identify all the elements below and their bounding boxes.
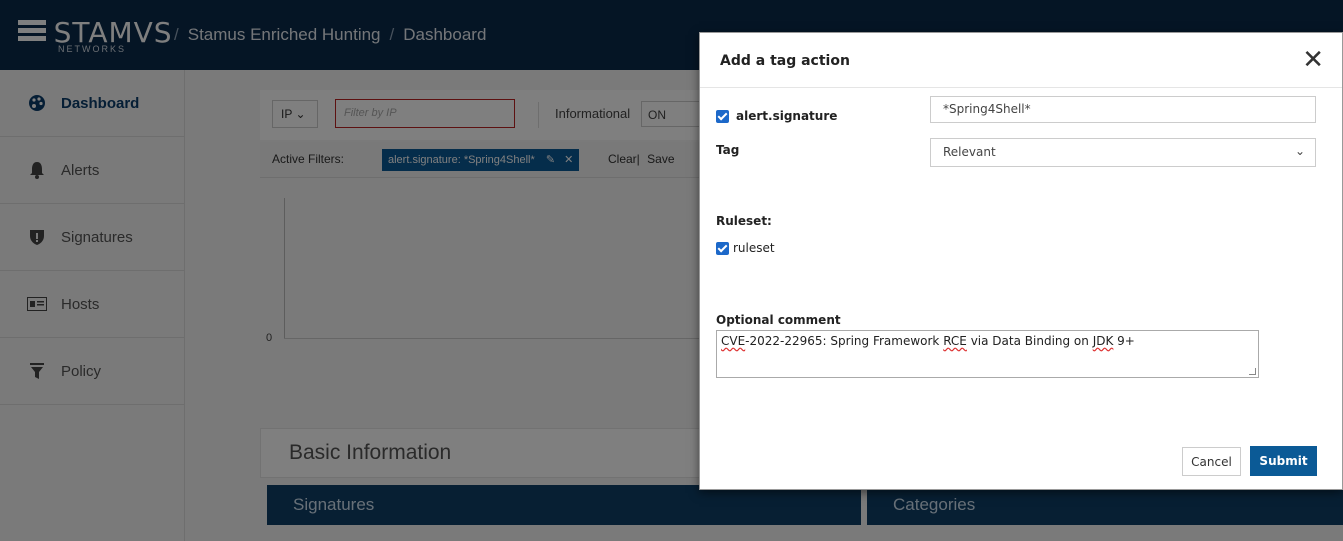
modal-title: Add a tag action xyxy=(720,53,850,69)
add-tag-action-modal: Add a tag action ✕ alert.signature *Spri… xyxy=(699,32,1343,490)
comment-text-cve: CVE xyxy=(721,334,746,348)
comment-text: -2022-22965: Spring Framework xyxy=(745,334,944,348)
ruleset-label: ruleset xyxy=(733,241,775,255)
optional-comment-textarea[interactable]: CVE-2022-22965: Spring Framework RCE via… xyxy=(716,330,1259,378)
cancel-button[interactable]: Cancel xyxy=(1182,447,1241,476)
close-icon[interactable]: ✕ xyxy=(1302,46,1324,72)
signature-label: alert.signature xyxy=(736,109,838,123)
signature-filter-row: alert.signature xyxy=(716,109,837,123)
submit-button[interactable]: Submit xyxy=(1250,446,1317,476)
signature-checkbox[interactable] xyxy=(716,110,729,123)
signature-value-field[interactable]: *Spring4Shell* xyxy=(930,96,1316,123)
tag-select[interactable]: Relevant ⌄ xyxy=(930,138,1316,167)
comment-text-rce: RCE xyxy=(943,334,967,348)
comment-text: via Data Binding on xyxy=(966,334,1093,348)
ruleset-heading: Ruleset: xyxy=(716,214,772,228)
comment-text-jdk: JDK xyxy=(1092,334,1114,348)
chevron-down-icon: ⌄ xyxy=(1294,144,1305,158)
resize-grip-icon[interactable] xyxy=(1249,368,1256,375)
tag-label: Tag xyxy=(716,143,740,157)
tag-select-value: Relevant xyxy=(943,145,996,159)
comment-text: 9+ xyxy=(1113,334,1135,348)
optional-comment-label: Optional comment xyxy=(716,313,841,327)
ruleset-checkbox[interactable] xyxy=(716,242,729,255)
ruleset-row: ruleset xyxy=(716,241,775,255)
modal-header: Add a tag action ✕ xyxy=(700,33,1342,88)
